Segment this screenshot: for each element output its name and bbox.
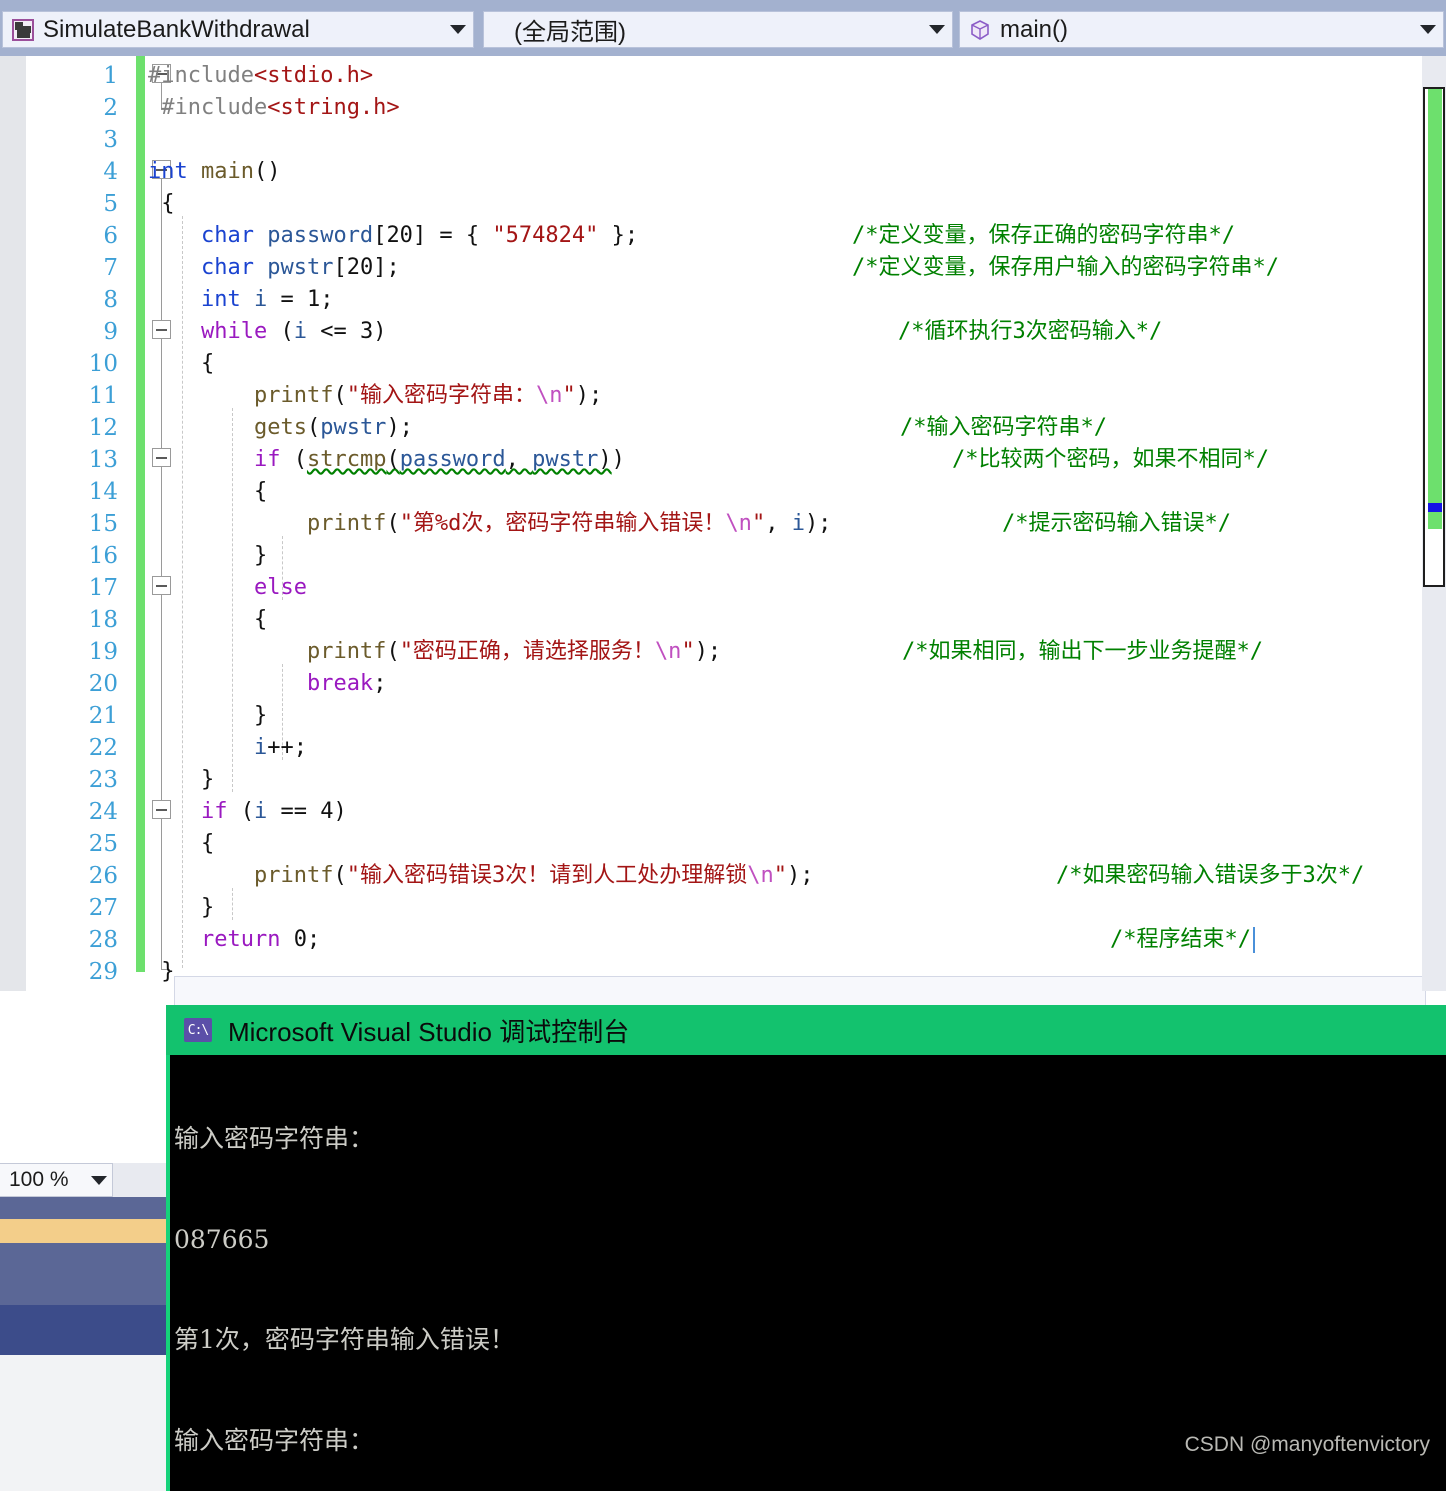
console-title-bar[interactable]: C:\ Microsoft Visual Studio 调试控制台 xyxy=(166,1005,1446,1055)
debug-console-window[interactable]: C:\ Microsoft Visual Studio 调试控制台 输入密码字符… xyxy=(166,1005,1446,1491)
window-bottom-filler xyxy=(0,1355,169,1491)
zoom-row-filler xyxy=(113,1163,169,1197)
console-app-icon: C:\ xyxy=(184,1018,212,1042)
code-comment: /*输入密码字符串*/ xyxy=(900,415,1107,440)
code-comment: /*定义变量，保存用户输入的密码字符串*/ xyxy=(852,255,1279,280)
code-comment: /*提示密码输入错误*/ xyxy=(1002,511,1231,536)
member-combo-label: main() xyxy=(1000,15,1069,43)
zoom-level-label: 100 % xyxy=(9,1168,69,1191)
scrollbar-change-marker xyxy=(1428,89,1442,529)
method-cube-icon xyxy=(966,18,994,42)
code-comment: /*循环执行3次密码输入*/ xyxy=(898,319,1163,344)
console-line: 第1次，密码字符串输入错误！ xyxy=(174,1325,515,1354)
vertical-scrollbar[interactable] xyxy=(1422,56,1446,991)
editor-navigation-bar: SimulateBankWithdrawal (全局范围) main() xyxy=(0,0,1446,56)
project-puzzle-icon xyxy=(9,18,37,41)
code-editor[interactable]: 1 2 3 4 5 6 7 8 9 10 11 12 13 14 15 16 1… xyxy=(0,56,1446,1008)
chevron-down-icon[interactable] xyxy=(86,1175,112,1185)
text-caret xyxy=(1253,927,1255,953)
status-bar-segment-amber xyxy=(0,1219,169,1243)
status-bar-segment-deep xyxy=(0,1305,169,1355)
code-comment: /*如果相同，输出下一步业务提醒*/ xyxy=(902,639,1263,664)
vs-editor-screenshot: SimulateBankWithdrawal (全局范围) main() 1 2… xyxy=(0,0,1446,1491)
status-bar-segment-mid xyxy=(0,1243,169,1305)
console-line: 输入密码字符串： xyxy=(174,1124,375,1153)
scope-combo-label: (全局范围) xyxy=(514,19,626,46)
chevron-down-icon[interactable] xyxy=(922,25,952,34)
editor-bottom-filler xyxy=(0,991,169,1163)
chevron-down-icon[interactable] xyxy=(443,25,473,34)
zoom-level-combo[interactable]: 100 % xyxy=(0,1163,113,1197)
code-comment: /*如果密码输入错误多于3次*/ xyxy=(1056,863,1365,888)
code-comment: /*程序结束*/ xyxy=(1110,927,1251,952)
console-line: 087665 xyxy=(174,1224,270,1254)
project-combo-box[interactable]: SimulateBankWithdrawal xyxy=(2,11,474,48)
scrollbar-caret-marker xyxy=(1428,503,1442,512)
watermark-text: CSDN @manyoftenvictory xyxy=(1184,1433,1430,1456)
status-bar-segment-top xyxy=(0,1197,169,1219)
code-comment: /*定义变量，保存正确的密码字符串*/ xyxy=(852,223,1235,248)
member-combo-box[interactable]: main() xyxy=(959,11,1444,48)
console-title-text: Microsoft Visual Studio 调试控制台 xyxy=(228,1016,630,1047)
scope-combo-box[interactable]: (全局范围) xyxy=(483,11,953,48)
code-comment: /*比较两个密码，如果不相同*/ xyxy=(952,447,1269,472)
chevron-down-icon[interactable] xyxy=(1413,25,1443,34)
console-output: 输入密码字符串： 087665 第1次，密码字符串输入错误！ 输入密码字符串： … xyxy=(166,1055,1446,1491)
project-combo-label: SimulateBankWithdrawal xyxy=(43,15,310,43)
code-comments-area: /*定义变量，保存正确的密码字符串*/ /*定义变量，保存用户输入的密码字符串*… xyxy=(0,56,1446,991)
